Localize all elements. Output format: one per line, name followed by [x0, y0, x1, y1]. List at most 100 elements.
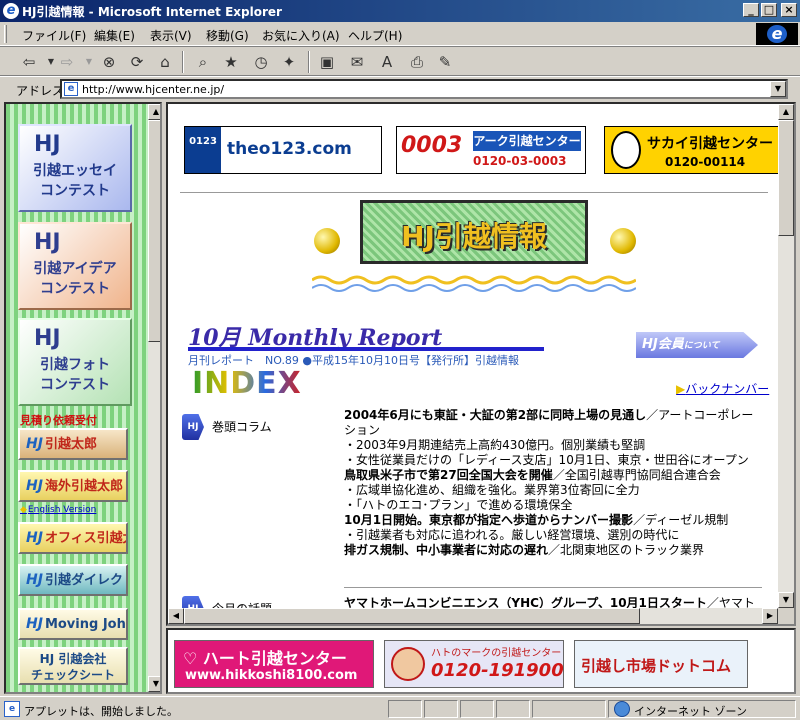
forward-icon[interactable]: ⇨	[56, 51, 78, 73]
hj-logo-text: HJ引越情報	[401, 220, 547, 253]
article-line[interactable]: 鳥取県米子市で第27回全国大会を開催／全国引越専門協同組合連合会	[344, 468, 762, 483]
ad-hato-name: ハトのマークの引越センター	[431, 648, 562, 659]
zone-text: インターネット ゾーン	[634, 705, 747, 718]
scroll-up-icon[interactable]: ▲	[778, 104, 794, 120]
menu-view[interactable]: 表示(V)	[150, 27, 192, 44]
hikkoshi-taro-button[interactable]: HJ 引越太郎	[18, 428, 128, 460]
office-taro-button[interactable]: HJオフィス引越太郎	[18, 522, 128, 554]
member-button-label: HJ会員	[642, 337, 684, 352]
check-sheet-line2: チェックシート	[30, 668, 115, 682]
back-numbers-link[interactable]: ▶バックナンバー	[676, 380, 769, 397]
hj-label: HJ	[26, 478, 43, 494]
ad-sakai-name: サカイ引越センター	[647, 136, 773, 152]
scroll-up-icon[interactable]: ▲	[148, 104, 160, 120]
toolbar-grip[interactable]	[4, 25, 7, 43]
ie-brand-logo: e	[756, 23, 798, 45]
ad-ark-tel: 0120-03-0003	[473, 154, 567, 168]
article-source: ／ディーゼル規制	[633, 513, 729, 527]
heart-icon: ♡	[183, 649, 203, 668]
menu-help[interactable]: ヘルプ(H)	[348, 27, 402, 44]
ad-0123-badge: 0123	[185, 127, 221, 173]
article-line: ・広域単協化進め、組織を強化。業界第3位寄回に全力	[344, 483, 640, 497]
scroll-thumb[interactable]	[778, 120, 794, 236]
direct-button[interactable]: HJ 引越ダイレクト	[18, 564, 128, 596]
check-sheet-button[interactable]: HJ 引越会社 チェックシート	[18, 647, 128, 685]
title-bar: e HJ引越情報 - Microsoft Internet Explorer _…	[0, 0, 800, 22]
ad-ichiba[interactable]: 引越し市場ドットコム	[574, 640, 748, 688]
menu-edit[interactable]: 編集(E)	[94, 27, 135, 44]
home-icon[interactable]: ⌂	[154, 51, 176, 73]
stop-icon[interactable]: ⊗	[98, 51, 120, 73]
ad-heart-name: ♡ ハート引越センター	[183, 645, 347, 669]
scroll-down-icon[interactable]: ▼	[778, 592, 794, 608]
hj-label: HJ	[34, 230, 61, 255]
overseas-taro-button[interactable]: HJ 海外引越太郎	[18, 470, 128, 502]
ad-heart[interactable]: ♡ ハート引越センター www.hikkoshi8100.com	[174, 640, 374, 688]
panda-icon	[611, 131, 641, 169]
english-version-label: English Version	[27, 505, 97, 515]
print-icon[interactable]: ⎙	[406, 51, 428, 73]
ad-hato[interactable]: ハトのマークの引越センター 0120-191900	[384, 640, 564, 688]
moving-john-button[interactable]: HJ Moving John	[18, 608, 128, 640]
scroll-left-icon[interactable]: ◀	[168, 608, 184, 624]
article-line[interactable]: 排ガス規制、中小事業者に対応の遅れ／北関東地区のトラック業界	[344, 543, 762, 558]
menu-file[interactable]: ファイル(F)	[22, 27, 86, 44]
search-icon[interactable]: ⌕	[192, 51, 214, 73]
minimize-button[interactable]: _	[743, 3, 759, 17]
article-line: ・引越業者も対応に追われる。厳しい経営環境、選別の時代に	[344, 528, 680, 542]
check-sheet-line1: HJ 引越会社	[39, 652, 107, 666]
horizontal-scrollbar[interactable]: ◀ ▶	[168, 608, 778, 624]
article-headline: 2004年6月にも東証・大証の第2部に同時上場の見通し	[344, 408, 647, 422]
address-url[interactable]: http://www.hjcenter.ne.jp/	[82, 83, 224, 96]
address-label: アドレス	[16, 84, 65, 98]
ad-ark[interactable]: 0003 アーク引越センター 0120-03-0003	[396, 126, 586, 174]
scroll-down-icon[interactable]: ▼	[148, 676, 160, 692]
close-button[interactable]: ×	[781, 3, 797, 17]
globe-icon	[614, 701, 630, 717]
channels-icon[interactable]: ✦	[278, 51, 300, 73]
menu-go[interactable]: 移動(G)	[206, 27, 249, 44]
english-version-link[interactable]: ◆English Version	[20, 505, 96, 515]
history-icon[interactable]: ◷	[250, 51, 272, 73]
scroll-thumb[interactable]	[148, 120, 160, 342]
button-label: 引越ダイレクト	[44, 573, 128, 588]
toolbar-separator	[308, 51, 310, 73]
article-headline: 排ガス規制、中小事業者に対応の遅れ	[344, 543, 549, 557]
status-text: アプレットは、開始しました。	[24, 705, 178, 718]
photo-contest-button[interactable]: HJ 引越フォト コンテスト	[18, 318, 132, 406]
article-line[interactable]: 10月1日開始。東京都が指定へ歩道からナンバー撮影／ディーゼル規制	[344, 513, 762, 528]
page-icon: e	[64, 82, 78, 96]
menu-favorites[interactable]: お気に入り(A)	[262, 27, 340, 44]
fullscreen-icon[interactable]: ▣	[316, 51, 338, 73]
main-scrollbar[interactable]: ▲ ▼	[778, 104, 794, 608]
mail-icon[interactable]: ✉	[346, 51, 368, 73]
back-icon[interactable]: ⇦	[18, 51, 40, 73]
ad-sakai[interactable]: サカイ引越センター 0120-00114	[604, 126, 784, 174]
left-scrollbar[interactable]: ▲ ▼	[148, 104, 160, 692]
status-cell	[496, 700, 530, 718]
edit-icon[interactable]: ✎	[434, 51, 456, 73]
member-button-small: について	[683, 341, 720, 351]
essay-contest-button[interactable]: HJ 引越エッセイ コンテスト	[18, 124, 132, 212]
idea-contest-button[interactable]: HJ 引越アイデア コンテスト	[18, 222, 132, 310]
address-bar: アドレス e http://www.hjcenter.ne.jp/ ▼	[0, 76, 800, 100]
hj-member-button[interactable]: HJ会員について	[636, 332, 758, 358]
ad-sakai-tel: 0120-00114	[665, 155, 746, 169]
article-line[interactable]: 2004年6月にも東証・大証の第2部に同時上場の見通し／アートコーポレーション	[344, 408, 762, 438]
button-label: Moving John	[44, 617, 128, 632]
font-icon[interactable]: A	[376, 51, 398, 73]
maximize-button[interactable]: □	[761, 3, 777, 17]
chevron-down-icon[interactable]: ▼	[770, 81, 786, 97]
favorites-icon[interactable]: ★	[220, 51, 242, 73]
forward-dropdown-icon[interactable]: ▼	[78, 51, 100, 73]
refresh-icon[interactable]: ⟳	[126, 51, 148, 73]
ad-heart-url: www.hikkoshi8100.com	[185, 668, 358, 683]
scroll-thumb[interactable]	[184, 608, 640, 624]
hj-arrow-icon: HJ	[182, 414, 204, 440]
ad-0123[interactable]: 0123 theo123.com	[184, 126, 382, 174]
address-input[interactable]: e http://www.hjcenter.ne.jp/ ▼	[60, 79, 788, 99]
scroll-right-icon[interactable]: ▶	[762, 608, 778, 624]
bird-icon	[391, 647, 425, 681]
tile-line2: コンテスト	[40, 183, 110, 199]
button-label: 海外引越太郎	[44, 479, 123, 494]
